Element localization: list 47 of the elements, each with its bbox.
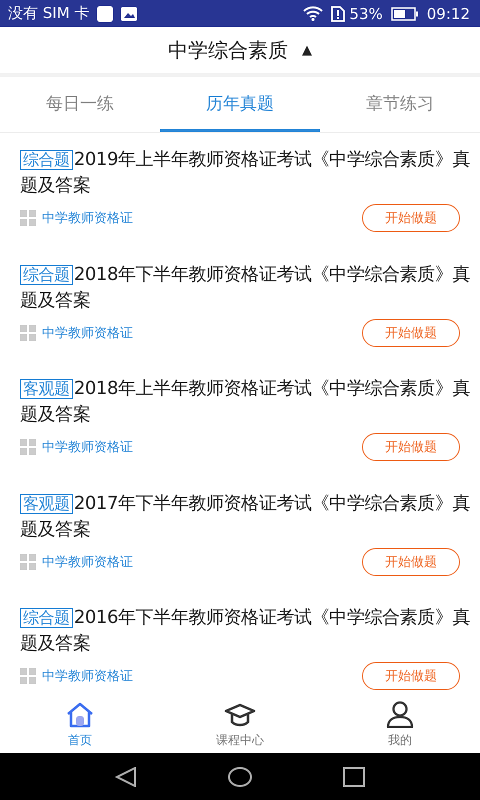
battery-percent: 53% <box>349 4 383 22</box>
tab[interactable]: 每日一练 <box>0 77 160 132</box>
exam-title[interactable]: 综合题 2018年下半年教师资格证考试《中学综合素质》真题及答案 <box>20 262 474 314</box>
category-label: 中学教师资格证 <box>42 554 134 570</box>
start-button[interactable]: 开始做题 <box>362 662 460 690</box>
back-icon[interactable] <box>115 766 137 786</box>
type-tag: 综合题 <box>20 608 73 628</box>
start-button[interactable]: 开始做题 <box>362 548 460 576</box>
grid-icon <box>20 439 36 455</box>
type-tag: 客观题 <box>20 494 73 514</box>
nav-item[interactable]: 我的 <box>320 695 480 753</box>
clock-time: 09:12 <box>426 4 470 22</box>
dropdown-arrow[interactable]: ▲ <box>302 42 312 58</box>
grid-icon <box>20 668 36 684</box>
home-icon <box>65 702 95 728</box>
tab[interactable]: 章节练习 <box>320 77 480 132</box>
grid-icon <box>20 324 36 340</box>
sim-alert-icon <box>331 6 346 22</box>
category-label: 中学教师资格证 <box>42 668 134 685</box>
battery-icon <box>390 6 419 20</box>
exam-title[interactable]: 综合题 2016年下半年教师资格证考试《中学综合素质》真题及答案 <box>20 605 474 657</box>
category-label: 中学教师资格证 <box>42 439 134 456</box>
type-tag: 客观题 <box>20 379 73 399</box>
exam-title[interactable]: 综合题 2019年上半年教师资格证考试《中学综合素质》真题及答案 <box>20 147 474 199</box>
tab[interactable]: 历年真题 <box>160 77 320 132</box>
graduation-cap-icon <box>224 702 256 728</box>
notification-icon <box>97 6 114 22</box>
person-icon <box>386 700 414 728</box>
recents-icon[interactable] <box>343 766 365 786</box>
exam-title[interactable]: 客观题 2017年下半年教师资格证考试《中学综合素质》真题及答案 <box>20 490 474 542</box>
grid-icon <box>20 554 36 570</box>
category-label: 中学教师资格证 <box>42 210 134 227</box>
category-label: 中学教师资格证 <box>42 324 134 342</box>
type-tag: 综合题 <box>20 150 73 170</box>
grid-icon <box>20 210 36 226</box>
nav-item[interactable]: 课程中心 <box>160 695 320 753</box>
image-icon <box>121 6 138 20</box>
exam-title[interactable]: 客观题 2018年上半年教师资格证考试《中学综合素质》真题及答案 <box>20 376 474 428</box>
carrier-text: 没有 SIM 卡 <box>8 4 90 23</box>
nav-item[interactable]: 首页 <box>0 695 160 753</box>
type-tag: 综合题 <box>20 264 73 284</box>
home-circle-icon[interactable] <box>227 766 253 786</box>
subject-title[interactable]: 中学综合素质 <box>168 36 288 64</box>
start-button[interactable]: 开始做题 <box>362 318 460 346</box>
start-button[interactable]: 开始做题 <box>362 433 460 461</box>
wifi-icon <box>303 6 324 21</box>
start-button[interactable]: 开始做题 <box>362 204 460 232</box>
